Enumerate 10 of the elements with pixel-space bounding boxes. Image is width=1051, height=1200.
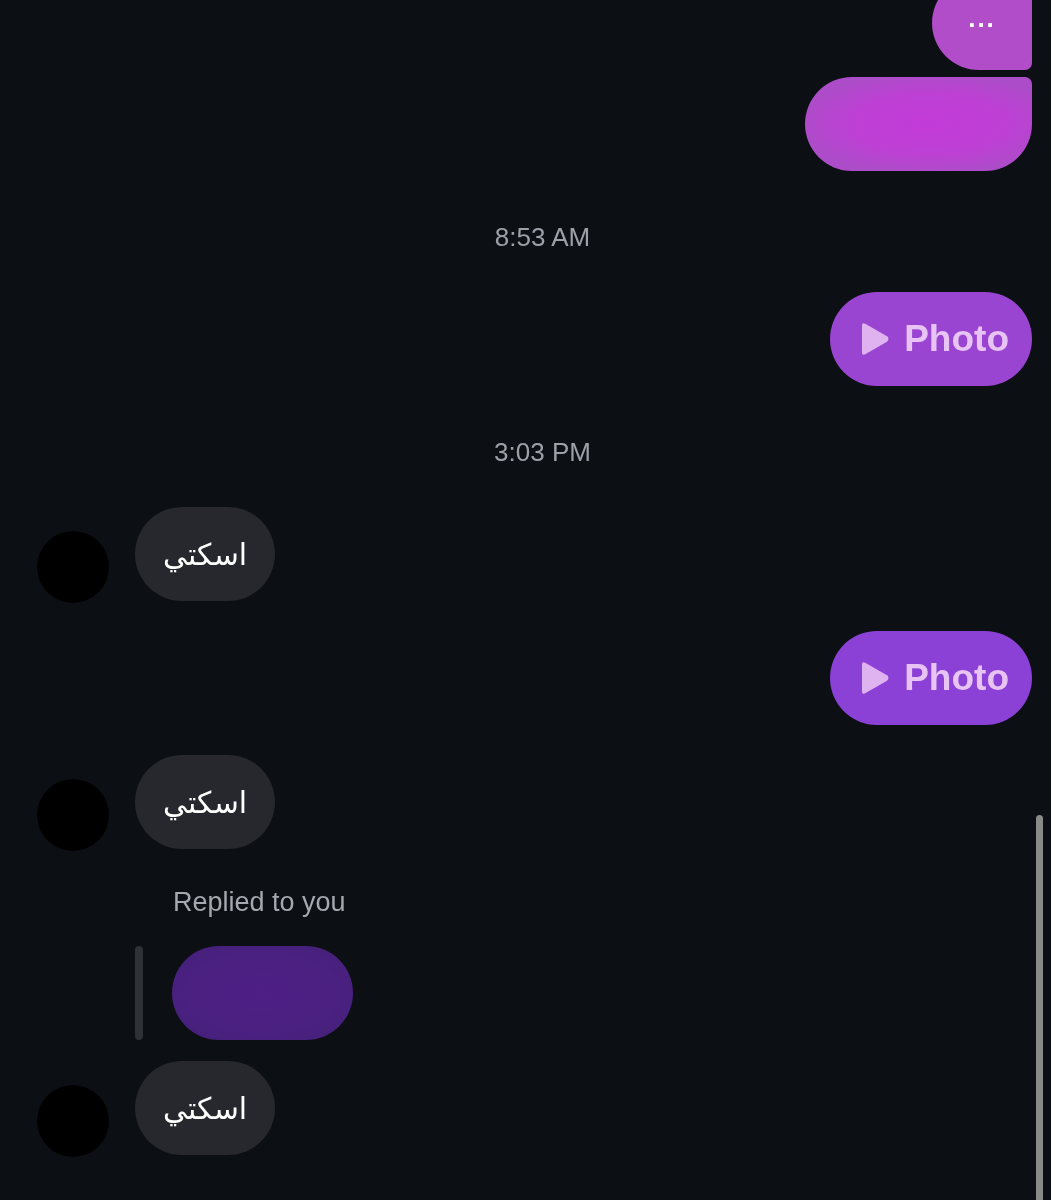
photo-message-button[interactable]: Photo bbox=[830, 292, 1032, 386]
message-bubble: اسكتي bbox=[135, 755, 276, 849]
photo-message-button[interactable]: Photo bbox=[830, 631, 1032, 725]
scrollbar-thumb[interactable] bbox=[1036, 815, 1043, 1200]
timestamp: 8:53 AM bbox=[493, 222, 591, 252]
reply-label: Replied to you bbox=[173, 886, 346, 918]
timestamp: 3:03 PM bbox=[493, 437, 591, 467]
message-bubble: اسكتي bbox=[135, 507, 276, 601]
message-bubble: ... bbox=[932, 0, 1032, 70]
message-bubble: اسكتي bbox=[135, 1061, 276, 1155]
